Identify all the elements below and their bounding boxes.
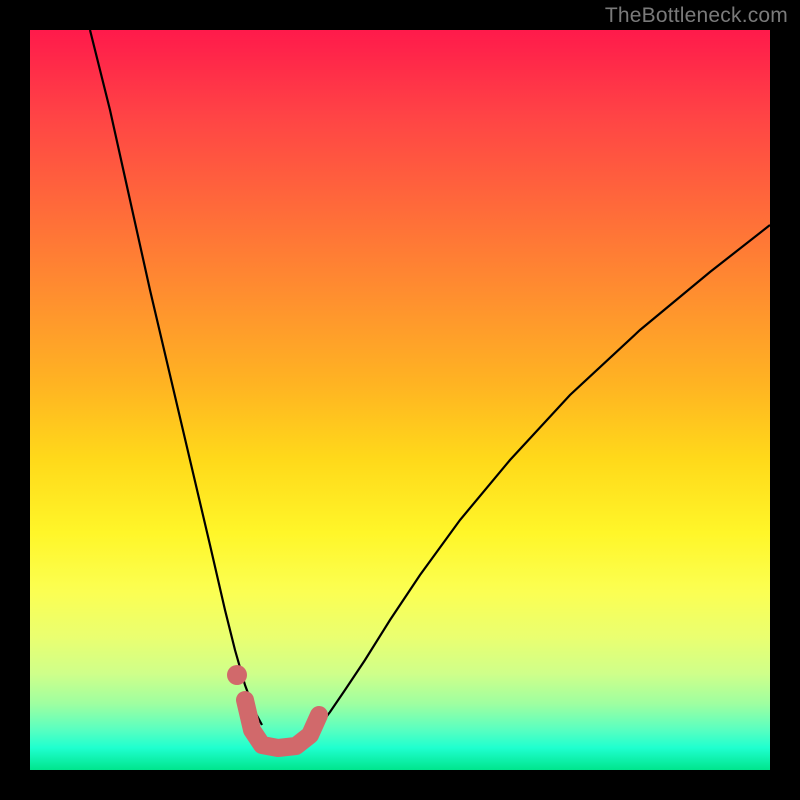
series-line-left-curve — [90, 30, 262, 725]
plot-area — [30, 30, 770, 770]
series-line-right-curve — [320, 225, 770, 725]
chart-svg — [30, 30, 770, 770]
series-line-trough-marker — [245, 700, 319, 748]
watermark-text: TheBottleneck.com — [605, 4, 788, 28]
series-point-trough-left-dot — [227, 665, 247, 685]
series-layer — [90, 30, 770, 748]
outer-frame: TheBottleneck.com — [0, 0, 800, 800]
